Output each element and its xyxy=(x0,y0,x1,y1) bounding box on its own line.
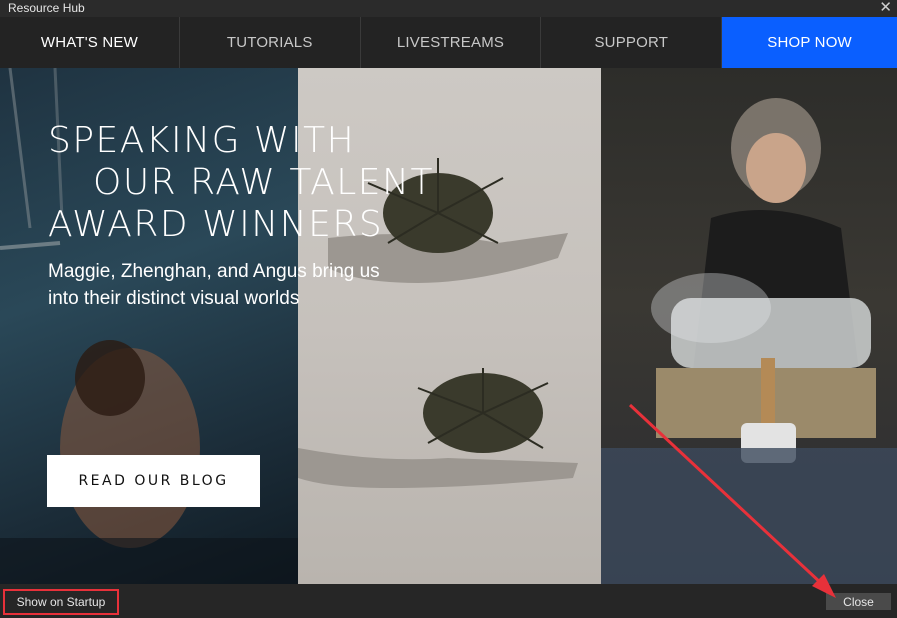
tab-support[interactable]: SUPPORT xyxy=(541,17,723,68)
read-blog-button[interactable]: READ OUR BLOG xyxy=(47,455,260,507)
hero-image-sculptor xyxy=(601,68,897,584)
hero-heading-line: SPEAKING WITH xyxy=(48,120,356,161)
hero-heading-line: OUR RAW TALENT xyxy=(93,162,434,203)
close-button[interactable]: Close xyxy=(826,593,891,610)
hero-banner: SPEAKING WITH OUR RAW TALENT AWARD WINNE… xyxy=(0,68,897,584)
hero-heading: SPEAKING WITH OUR RAW TALENT AWARD WINNE… xyxy=(48,120,434,246)
tab-whats-new[interactable]: WHAT'S NEW xyxy=(0,17,180,68)
hero-heading-line: AWARD WINNERS xyxy=(48,204,384,245)
top-nav: WHAT'S NEW TUTORIALS LIVESTREAMS SUPPORT… xyxy=(0,17,897,68)
footer-bar: Show on Startup Close xyxy=(0,584,897,618)
tab-tutorials[interactable]: TUTORIALS xyxy=(180,17,361,68)
title-bar: Resource Hub ✕ xyxy=(0,0,897,17)
hero-subtitle-line: Maggie, Zhenghan, and Angus bring us xyxy=(48,261,380,282)
window-close-icon[interactable]: ✕ xyxy=(879,0,892,16)
show-on-startup-toggle[interactable]: Show on Startup xyxy=(3,589,119,615)
shop-now-button[interactable]: SHOP NOW xyxy=(722,17,897,68)
window-title: Resource Hub xyxy=(8,1,85,15)
hero-subtitle-line: into their distinct visual worlds xyxy=(48,288,300,309)
tab-livestreams[interactable]: LIVESTREAMS xyxy=(361,17,542,68)
hero-subtitle: Maggie, Zhenghan, and Angus bring us int… xyxy=(48,258,428,312)
